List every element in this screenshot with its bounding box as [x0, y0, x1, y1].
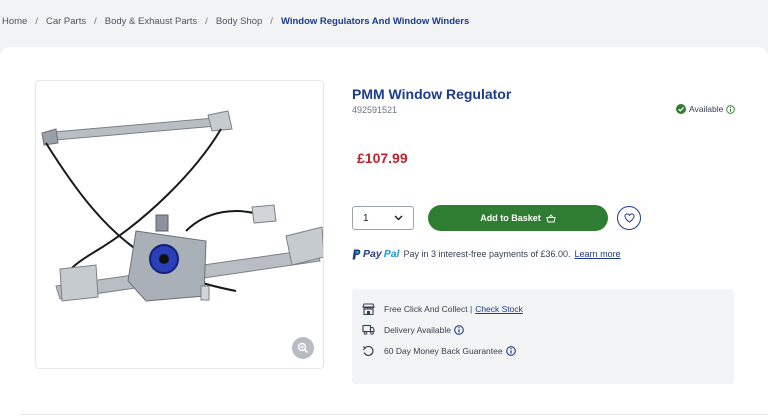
- breadcrumb-separator: /: [94, 15, 97, 27]
- paypal-logo: Pay Pal: [352, 248, 399, 260]
- paypal-p-icon: [352, 249, 361, 259]
- breadcrumb-body-shop[interactable]: Body Shop: [216, 16, 262, 27]
- breadcrumb-car-parts[interactable]: Car Parts: [46, 16, 86, 27]
- zoom-button[interactable]: [292, 337, 314, 359]
- product-image[interactable]: [35, 80, 324, 369]
- info-icon[interactable]: [505, 346, 516, 356]
- paypal-logo-pal: Pal: [383, 248, 400, 260]
- paypal-text: Pay in 3 interest-free payments of £36.0…: [403, 249, 571, 259]
- availability-label: Available: [689, 104, 724, 114]
- add-to-basket-label: Add to Basket: [480, 213, 541, 223]
- product-card: PMM Window Regulator 492591521 Available…: [0, 47, 768, 420]
- breadcrumb-body-exhaust[interactable]: Body & Exhaust Parts: [105, 16, 197, 27]
- product-price: £107.99: [357, 150, 408, 166]
- chevron-down-icon: [394, 215, 403, 221]
- add-to-basket-button[interactable]: Add to Basket: [428, 205, 608, 231]
- breadcrumb-current: Window Regulators And Window Winders: [280, 15, 470, 27]
- store-icon: [362, 303, 375, 315]
- quantity-value: 1: [363, 212, 369, 224]
- breadcrumb-separator: /: [35, 15, 38, 27]
- wishlist-button[interactable]: [617, 206, 641, 230]
- heart-icon: [623, 213, 635, 223]
- return-icon: [362, 345, 374, 357]
- money-back-row: 60 Day Money Back Guarantee: [362, 345, 516, 357]
- info-icon[interactable]: [726, 104, 736, 114]
- money-back-label: 60 Day Money Back Guarantee: [384, 346, 503, 356]
- paypal-message: Pay Pal Pay in 3 interest-free payments o…: [352, 248, 621, 260]
- quantity-select[interactable]: 1: [352, 206, 414, 230]
- click-collect-label: Free Click And Collect |: [384, 304, 473, 314]
- delivery-label: Delivery Available: [384, 324, 451, 335]
- breadcrumb-separator: /: [270, 15, 273, 27]
- paypal-logo-pay: Pay: [363, 248, 382, 260]
- product-title: PMM Window Regulator: [352, 86, 512, 102]
- product-sku: 492591521: [352, 105, 398, 115]
- breadcrumb-separator: /: [205, 15, 208, 27]
- availability-status: Available: [676, 104, 736, 114]
- zoom-icon: [297, 342, 309, 354]
- truck-icon: [362, 324, 375, 335]
- breadcrumb: Home / Car Parts / Body & Exhaust Parts …: [0, 0, 768, 42]
- info-icon[interactable]: [454, 324, 464, 335]
- check-circle-icon: [676, 104, 686, 114]
- services-box: Free Click And Collect | Check Stock Del…: [352, 289, 734, 384]
- basket-icon: [546, 213, 556, 222]
- divider: [20, 414, 768, 415]
- window-regulator-image: [41, 110, 323, 302]
- click-collect-row: Free Click And Collect | Check Stock: [362, 303, 523, 315]
- paypal-learn-more-link[interactable]: Learn more: [575, 249, 621, 259]
- breadcrumb-home[interactable]: Home: [2, 16, 27, 27]
- delivery-row: Delivery Available: [362, 324, 464, 335]
- check-stock-link[interactable]: Check Stock: [475, 304, 523, 314]
